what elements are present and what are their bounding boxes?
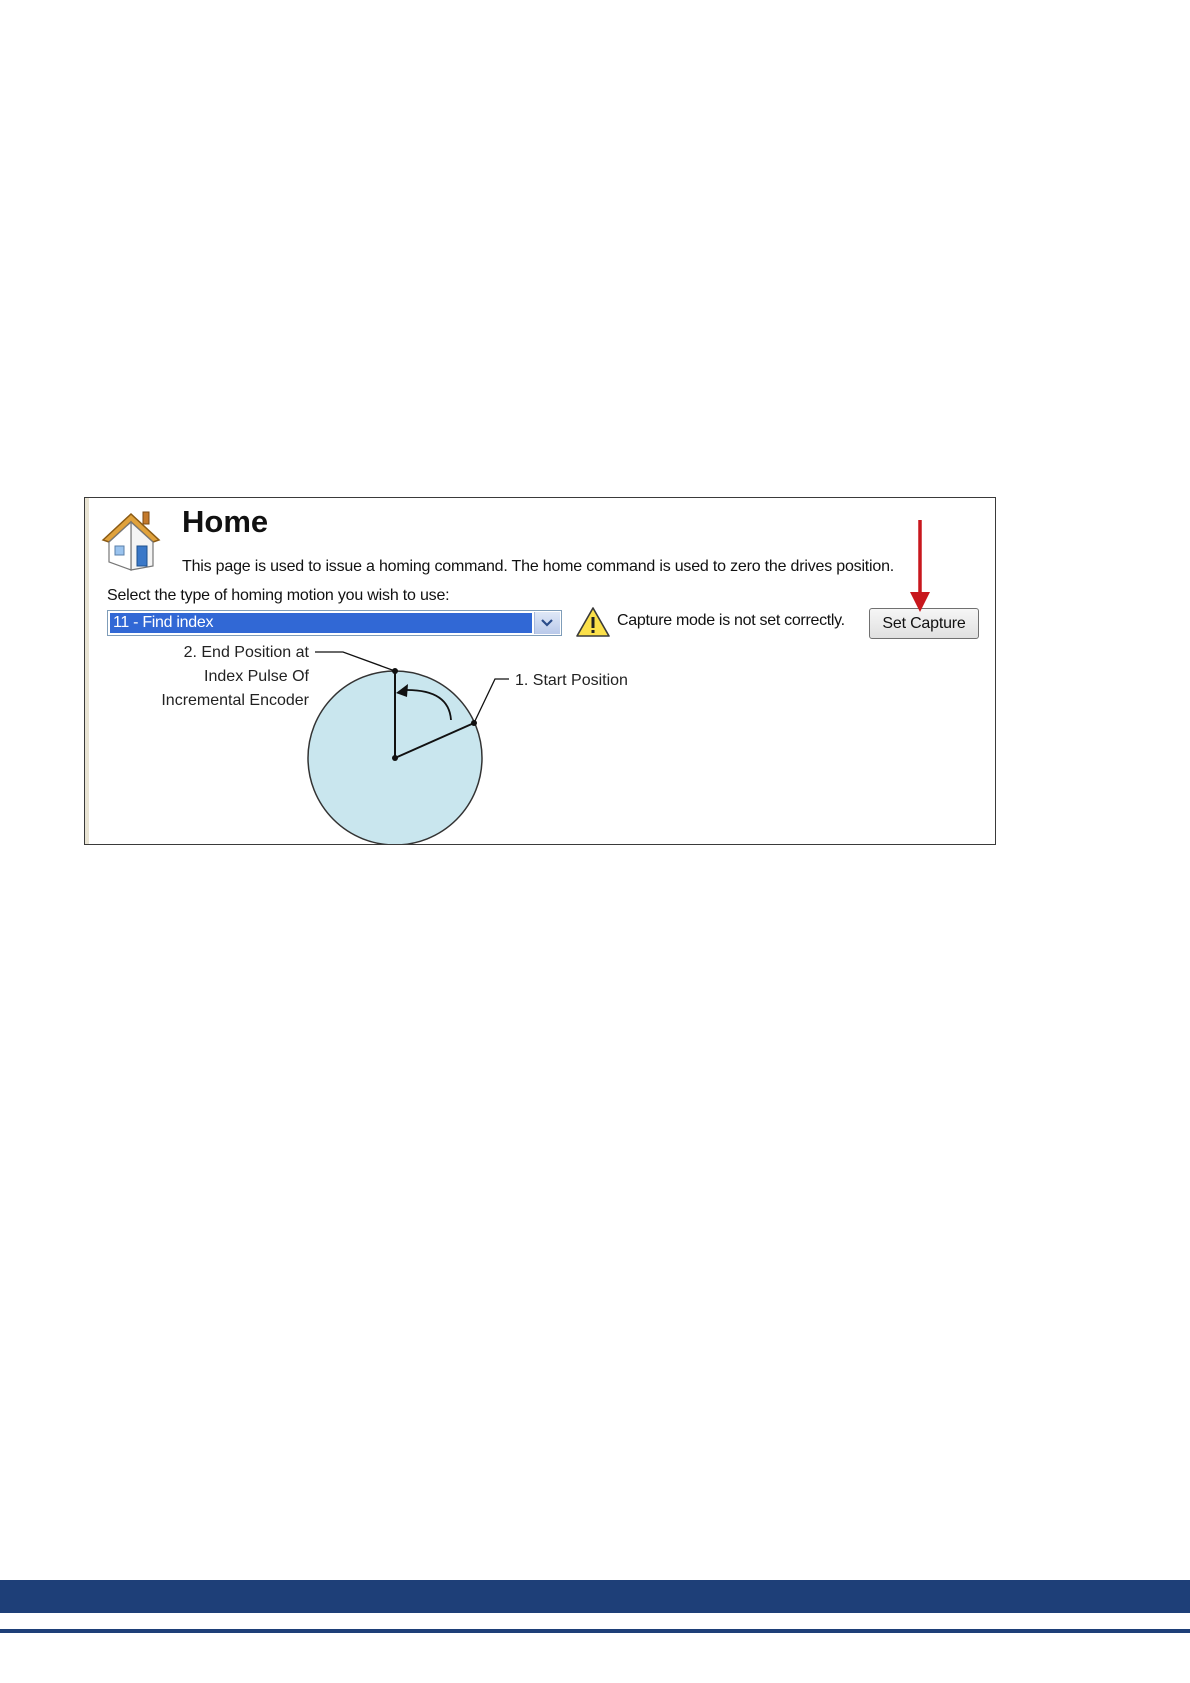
footer-rule bbox=[0, 1629, 1190, 1633]
homing-diagram: 2. End Position at Index Pulse Of Increm… bbox=[161, 644, 628, 844]
start-position-leader bbox=[473, 678, 509, 724]
home-page-screenshot: Home This page is used to issue a homing… bbox=[84, 497, 996, 845]
center-point bbox=[392, 755, 398, 761]
start-position-label: 1. Start Position bbox=[515, 672, 628, 689]
end-position-label-line-2: Index Pulse Of bbox=[204, 668, 310, 685]
end-position-label-line-3: Incremental Encoder bbox=[161, 692, 309, 709]
end-position-label-line-1: 2. End Position at bbox=[184, 644, 310, 661]
end-position-leader bbox=[315, 651, 396, 672]
footer-bar bbox=[0, 1580, 1190, 1613]
